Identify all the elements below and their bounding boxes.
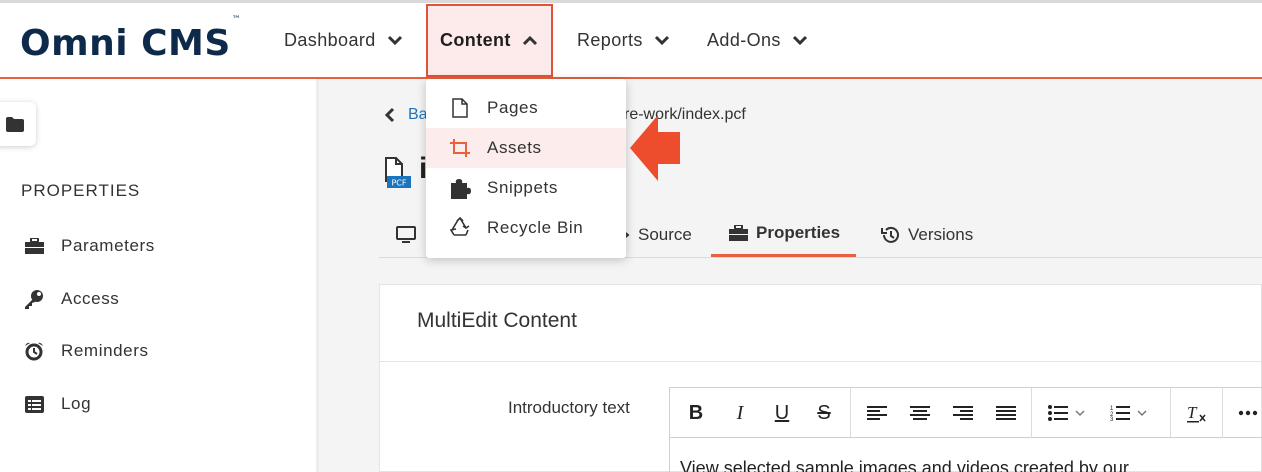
- numbered-list-icon[interactable]: 123: [1110, 398, 1150, 428]
- rich-text-editor[interactable]: B I U S 123 T View selected sample image…: [669, 387, 1262, 472]
- crop-icon: [448, 136, 472, 160]
- chevron-down-icon: [387, 35, 402, 46]
- breadcrumb: Ba re-work/index.pcf: [384, 106, 746, 124]
- sidebar-item-parameters[interactable]: Parameters: [24, 236, 155, 256]
- tab-source[interactable]: Source: [620, 212, 692, 258]
- sidebar-divider: [316, 79, 319, 472]
- nav-content-label: Content: [440, 30, 511, 50]
- tab-preview[interactable]: [396, 212, 416, 258]
- toolbar-separator: [1222, 388, 1223, 438]
- sidebar-heading: PROPERTIES: [21, 181, 141, 200]
- align-right-icon[interactable]: [952, 398, 974, 428]
- monitor-icon: [396, 226, 416, 243]
- card-divider: [380, 361, 1262, 362]
- page-icon: [448, 96, 472, 120]
- nav-reports[interactable]: Reports: [577, 3, 671, 77]
- pcf-file-icon: PCF: [383, 157, 413, 196]
- chevron-left-icon: [384, 107, 395, 123]
- toolbar-separator: [850, 388, 851, 438]
- menu-item-label: Snippets: [487, 178, 558, 197]
- callout-arrow-icon: [630, 115, 680, 181]
- underline-icon[interactable]: U: [770, 398, 794, 428]
- field-label: Introductory text: [508, 398, 630, 417]
- nav-reports-label: Reports: [577, 29, 643, 50]
- folder-icon: [6, 116, 24, 132]
- top-navbar: Omni CMS™ Dashboard Content Reports Add-…: [0, 0, 1262, 79]
- sidebar-item-label: Parameters: [61, 236, 155, 255]
- bold-icon[interactable]: B: [684, 398, 708, 428]
- menu-item-label: Assets: [487, 138, 542, 157]
- card-title: MultiEdit Content: [417, 309, 577, 332]
- align-left-icon[interactable]: [866, 398, 888, 428]
- svg-text:3: 3: [1110, 417, 1114, 421]
- menu-item-label: Recycle Bin: [487, 218, 584, 237]
- chevron-down-icon: [792, 35, 807, 46]
- menu-item-snippets[interactable]: Snippets: [426, 168, 626, 208]
- tab-versions[interactable]: Versions: [880, 212, 973, 258]
- clear-formatting-icon[interactable]: T: [1184, 398, 1208, 428]
- align-justify-icon[interactable]: [995, 398, 1017, 428]
- history-icon: [880, 226, 900, 244]
- toolbox-icon: [729, 225, 748, 241]
- omni-cms-logo[interactable]: Omni CMS™: [20, 15, 241, 64]
- sidebar-item-access[interactable]: Access: [24, 289, 119, 309]
- nav-add-ons[interactable]: Add-Ons: [707, 3, 809, 77]
- sidebar-item-label: Reminders: [61, 341, 149, 360]
- toolbar-separator: [1031, 388, 1032, 438]
- strikethrough-icon[interactable]: S: [812, 398, 836, 428]
- multiedit-card: MultiEdit Content Introductory text B I …: [379, 284, 1262, 472]
- editor-body-text[interactable]: View selected sample images and videos c…: [680, 458, 1129, 472]
- alarm-clock-icon: [24, 341, 44, 361]
- file-badge: PCF: [391, 179, 406, 188]
- tab-label: Versions: [908, 225, 974, 244]
- sidebar-item-label: Access: [61, 289, 120, 308]
- italic-icon[interactable]: I: [728, 398, 752, 428]
- align-center-icon[interactable]: [909, 398, 931, 428]
- recycle-icon: [448, 216, 472, 240]
- sidebar-item-label: Log: [61, 394, 92, 413]
- bullet-list-icon[interactable]: [1048, 398, 1088, 428]
- nav-content[interactable]: Content: [426, 4, 553, 77]
- key-icon: [24, 289, 44, 309]
- svg-text:T: T: [1187, 403, 1198, 422]
- content-dropdown-menu: Pages Assets Snippets Recycle Bin: [426, 79, 626, 258]
- sidebar-item-reminders[interactable]: Reminders: [24, 341, 149, 361]
- puzzle-icon: [448, 176, 472, 200]
- menu-item-recycle-bin[interactable]: Recycle Bin: [426, 208, 626, 248]
- logo-text: Omni CMS: [20, 23, 231, 64]
- sidebar-item-log[interactable]: Log: [24, 394, 91, 414]
- menu-item-pages[interactable]: Pages: [426, 88, 626, 128]
- nav-dashboard[interactable]: Dashboard: [284, 3, 404, 77]
- toolbox-icon: [24, 236, 44, 256]
- tab-label: Properties: [756, 223, 841, 242]
- toolbar-separator: [1170, 388, 1171, 438]
- trademark-symbol: ™: [231, 15, 242, 25]
- chevron-down-icon: [654, 35, 669, 46]
- nav-add-ons-label: Add-Ons: [707, 29, 781, 50]
- back-link[interactable]: Ba: [408, 106, 428, 124]
- tab-label: Source: [638, 225, 692, 244]
- tab-properties[interactable]: Properties: [711, 212, 857, 257]
- editor-toolbar: B I U S 123 T: [670, 388, 1262, 438]
- file-navigation-toggle[interactable]: [0, 102, 36, 146]
- chevron-up-icon: [522, 35, 537, 45]
- menu-item-label: Pages: [487, 98, 539, 117]
- list-icon: [24, 394, 44, 414]
- menu-item-assets[interactable]: Assets: [426, 128, 626, 168]
- nav-dashboard-label: Dashboard: [284, 29, 376, 50]
- more-options-icon[interactable]: [1236, 398, 1260, 428]
